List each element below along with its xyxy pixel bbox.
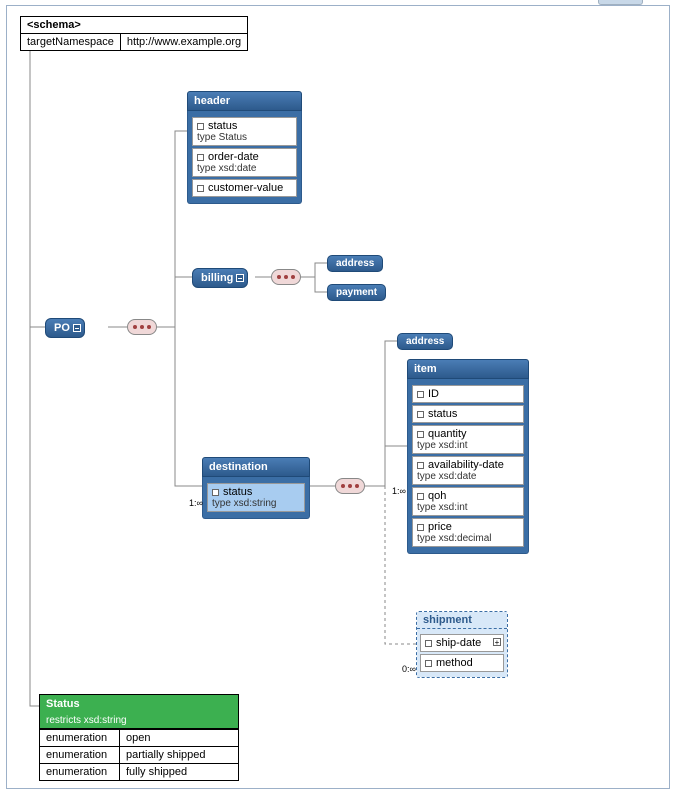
destination-attr-status[interactable]: statustype xsd:string xyxy=(207,483,305,512)
header-attr-status[interactable]: statustype Status xyxy=(192,117,297,146)
item-title: item xyxy=(407,359,529,379)
item-attr-id[interactable]: ID xyxy=(412,385,524,403)
shipment-title: shipment xyxy=(417,612,507,629)
status-type-box[interactable]: Status restricts xsd:string enumerationo… xyxy=(39,694,239,781)
status-restricts: restricts xsd:string xyxy=(40,713,238,729)
connector-lines xyxy=(7,6,671,790)
billing-label: billing xyxy=(201,272,233,284)
destination-address[interactable]: address xyxy=(397,333,453,350)
collapse-icon[interactable] xyxy=(236,274,244,282)
status-row-0: enumerationopen xyxy=(40,729,238,746)
sequence-billing[interactable] xyxy=(271,269,301,285)
header-node[interactable]: header statustype Status order-datetype … xyxy=(187,91,302,204)
schema-ns-label: targetNamespace xyxy=(21,34,121,50)
destination-title: destination xyxy=(202,457,310,477)
schema-tag: <schema> xyxy=(21,17,247,34)
billing-address[interactable]: address xyxy=(327,255,383,272)
item-attr-availability-date[interactable]: availability-datetype xsd:date xyxy=(412,456,524,485)
status-row-2: enumerationfully shipped xyxy=(40,763,238,780)
item-attr-price[interactable]: pricetype xsd:decimal xyxy=(412,518,524,547)
item-cardinality: 1:∞ xyxy=(392,486,406,496)
diagram-canvas: <schema> targetNamespace http://www.exam… xyxy=(6,5,670,789)
item-attr-status[interactable]: status xyxy=(412,405,524,423)
po-label: PO xyxy=(54,322,70,334)
billing-payment[interactable]: payment xyxy=(327,284,386,301)
sequence-po[interactable] xyxy=(127,319,157,335)
shipment-node[interactable]: shipment ship-date+ method xyxy=(416,611,508,678)
collapse-icon[interactable] xyxy=(73,324,81,332)
shipment-cardinality: 0:∞ xyxy=(402,664,416,674)
billing-element[interactable]: billing xyxy=(192,268,248,288)
item-attr-qoh[interactable]: qohtype xsd:int xyxy=(412,487,524,516)
header-title: header xyxy=(187,91,302,111)
header-attr-customer-value[interactable]: customer-value xyxy=(192,179,297,197)
item-node[interactable]: item ID status quantitytype xsd:int avai… xyxy=(407,359,529,554)
destination-node[interactable]: destination statustype xsd:string xyxy=(202,457,310,519)
schema-ns-value: http://www.example.org xyxy=(121,34,247,50)
destination-cardinality: 1:∞ xyxy=(189,498,203,508)
header-attr-order-date[interactable]: order-datetype xsd:date xyxy=(192,148,297,177)
shipment-attr-ship-date[interactable]: ship-date+ xyxy=(420,634,504,652)
expand-icon[interactable]: + xyxy=(493,638,501,646)
item-attr-quantity[interactable]: quantitytype xsd:int xyxy=(412,425,524,454)
status-title: Status xyxy=(40,695,238,713)
status-row-1: enumerationpartially shipped xyxy=(40,746,238,763)
shipment-attr-method[interactable]: method xyxy=(420,654,504,672)
schema-box: <schema> targetNamespace http://www.exam… xyxy=(20,16,248,51)
po-element[interactable]: PO xyxy=(45,318,85,338)
sequence-destination[interactable] xyxy=(335,478,365,494)
